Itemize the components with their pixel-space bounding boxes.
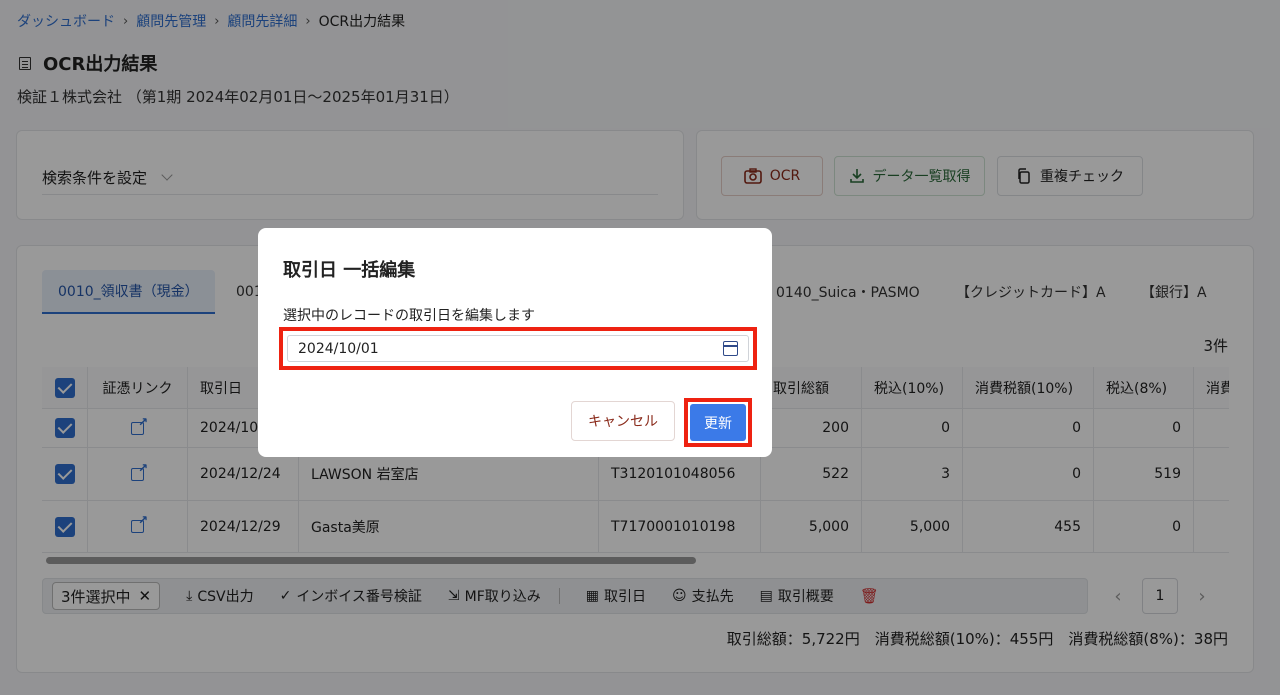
modal-title: 取引日 一括編集 [283,260,416,281]
update-button[interactable]: 更新 [690,404,746,441]
modal-description: 選択中のレコードの取引日を編集します [283,308,535,324]
cancel-button[interactable]: キャンセル [571,401,675,441]
date-input[interactable]: 2024/10/01 [287,335,749,362]
date-input-highlight: 2024/10/01 [279,327,757,370]
update-button-highlight: 更新 [684,398,752,447]
date-input-value: 2024/10/01 [298,340,379,357]
calendar-icon[interactable] [723,341,738,356]
bulk-edit-date-modal: 取引日 一括編集 選択中のレコードの取引日を編集します 2024/10/01 キ… [258,228,772,457]
